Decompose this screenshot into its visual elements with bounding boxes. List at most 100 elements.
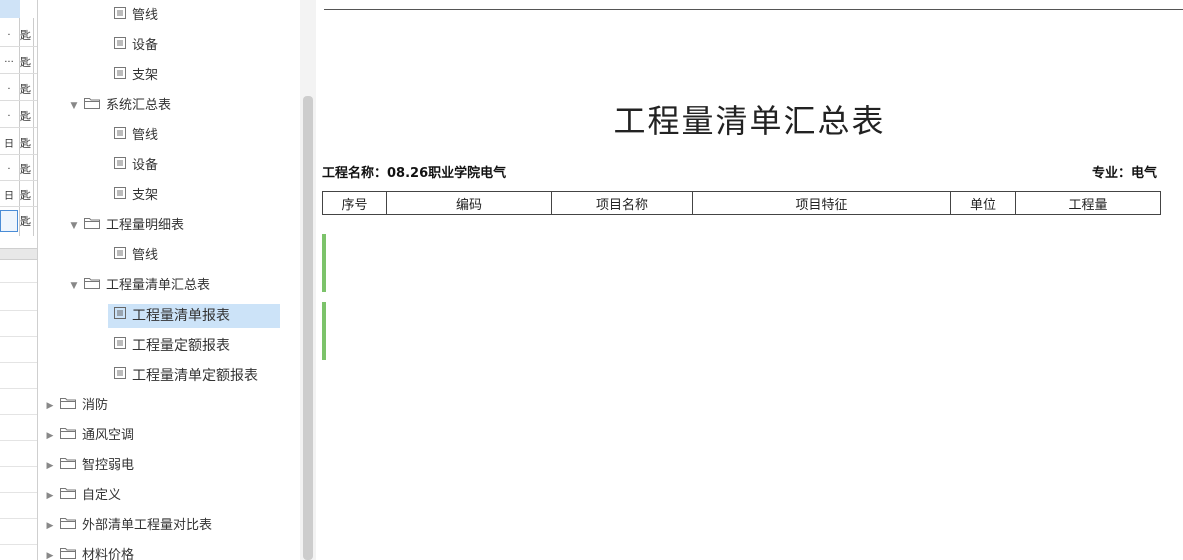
report-title: 工程量清单汇总表: [613, 102, 886, 140]
report-preview: 工程量清单汇总表 工程名称：08.26职业学院电气 专业：电气 序号 编码 项目…: [316, 0, 1183, 560]
tree-item-label: 自定义: [82, 488, 122, 503]
tree-item-label: 智控弱电: [82, 458, 135, 473]
collapse-arrow-icon[interactable]: ▶: [44, 514, 56, 538]
tree-item-bracket[interactable]: 支架: [114, 184, 158, 208]
grid-cell: .: [7, 27, 11, 38]
tree-folder-low-voltage[interactable]: ▶ 智控弱电: [44, 454, 134, 478]
tree-folder-custom[interactable]: ▶ 自定义: [44, 484, 121, 508]
expand-arrow-icon[interactable]: ▼: [68, 94, 80, 118]
tree-item-bracket[interactable]: 支架: [114, 64, 158, 88]
project-name: 08.26职业学院电气: [387, 166, 507, 181]
grid-line: [0, 282, 38, 283]
collapse-arrow-icon[interactable]: ▶: [44, 454, 56, 478]
column-header-item-feature: 项目特征: [692, 191, 951, 215]
folder-icon: [60, 454, 76, 478]
left-grid-panel: . 匙 ... 匙 . 匙 . 匙 日 匙 . 匙 日 匙 匙: [0, 0, 38, 560]
tree-item-label: 工程量定额报表: [132, 338, 230, 354]
grid-cell: 匙: [20, 29, 31, 42]
document-icon: [114, 244, 126, 268]
grid-row[interactable]: . 匙: [0, 76, 38, 101]
scrollbar-thumb[interactable]: [303, 96, 313, 560]
grid-row[interactable]: 匙: [0, 208, 38, 232]
grid-header-highlight: [0, 0, 20, 18]
page-top-rule: [324, 9, 1183, 10]
tree-item-pipeline[interactable]: 管线: [114, 4, 158, 28]
collapse-arrow-icon[interactable]: ▶: [44, 394, 56, 418]
document-icon: [114, 364, 126, 388]
panel-splitter[interactable]: [0, 248, 38, 260]
document-icon: [114, 184, 126, 208]
grid-row[interactable]: 日 匙: [0, 130, 38, 155]
grid-line: [0, 518, 38, 519]
document-icon: [114, 4, 126, 28]
major-value: 电气: [1130, 166, 1157, 181]
folder-icon: [84, 214, 100, 238]
document-icon: [114, 64, 126, 88]
expand-arrow-icon[interactable]: ▼: [68, 214, 80, 238]
tree-item-label: 工程量明细表: [106, 218, 185, 233]
tree-item-bill-quota-report[interactable]: 工程量清单定额报表: [114, 364, 258, 388]
tree-item-equipment[interactable]: 设备: [114, 34, 158, 58]
expand-arrow-icon[interactable]: ▼: [68, 274, 80, 298]
major-label: 专业：: [1091, 166, 1131, 181]
tree-item-bill-report[interactable]: 工程量清单报表: [108, 304, 280, 328]
grid-line: [0, 544, 38, 545]
folder-icon: [60, 514, 76, 538]
tree-item-label: 管线: [132, 248, 159, 263]
report-table: 序号 编码 项目名称 项目特征 单位 工程量: [322, 191, 1161, 215]
collapse-arrow-icon[interactable]: ▶: [44, 424, 56, 448]
folder-icon: [60, 544, 76, 560]
grid-line: [0, 492, 38, 493]
collapse-arrow-icon[interactable]: ▶: [44, 544, 56, 560]
tree-folder-quantity-detail[interactable]: ▼ 工程量明细表: [68, 214, 184, 238]
column-header-item-name: 项目名称: [551, 191, 693, 215]
tree-folder-hvac[interactable]: ▶ 通风空调: [44, 424, 134, 448]
grid-cell: 匙: [20, 189, 31, 202]
tree-scrollbar[interactable]: [300, 0, 316, 560]
grid-cell: 匙: [20, 83, 31, 96]
project-label: 工程名称：: [322, 166, 388, 181]
tree-folder-system-summary[interactable]: ▼ 系统汇总表: [68, 94, 171, 118]
tree-folder-material-price[interactable]: ▶ 材料价格: [44, 544, 134, 560]
tree-item-quota-report[interactable]: 工程量定额报表: [114, 334, 230, 358]
tree-folder-bill-summary[interactable]: ▼ 工程量清单汇总表: [68, 274, 210, 298]
grid-line: [0, 388, 38, 389]
tree-folder-fire[interactable]: ▶ 消防: [44, 394, 108, 418]
folder-icon: [60, 394, 76, 418]
grid-cell: .: [7, 81, 11, 92]
grid-row[interactable]: . 匙: [0, 103, 38, 128]
document-icon: [114, 34, 126, 58]
tree-item-label: 工程量清单汇总表: [106, 278, 211, 293]
grid-row[interactable]: . 匙: [0, 22, 38, 47]
grid-line: [0, 310, 38, 311]
tree-item-label: 消防: [82, 398, 109, 413]
grid-row[interactable]: ... 匙: [0, 49, 38, 74]
grid-row[interactable]: . 匙: [0, 156, 38, 181]
grid-line: [0, 466, 38, 467]
grid-cell: ...: [4, 54, 14, 65]
tree-folder-external-compare[interactable]: ▶ 外部清单工程量对比表: [44, 514, 212, 538]
page-marker-notch: [322, 292, 326, 302]
grid-row[interactable]: 日 匙: [0, 182, 38, 207]
tree-item-equipment[interactable]: 设备: [114, 154, 158, 178]
grid-cell: 匙: [20, 137, 31, 150]
column-header-quantity: 工程量: [1015, 191, 1161, 215]
document-icon: [114, 124, 126, 148]
tree-item-pipeline[interactable]: 管线: [114, 124, 158, 148]
tree-item-label: 通风空调: [82, 428, 135, 443]
grid-line: [0, 362, 38, 363]
grid-cell: .: [7, 108, 11, 119]
collapse-arrow-icon[interactable]: ▶: [44, 484, 56, 508]
grid-cell: 日: [4, 191, 14, 202]
tree-item-label: 支架: [132, 68, 159, 83]
column-header-code: 编码: [386, 191, 552, 215]
tree-item-pipeline[interactable]: 管线: [114, 244, 158, 268]
tree-item-label: 工程量清单报表: [132, 308, 230, 324]
major-line: 专业：电气: [1092, 162, 1157, 181]
tree-item-label: 工程量清单定额报表: [132, 368, 258, 384]
tree-item-label: 材料价格: [82, 548, 135, 560]
column-header-index: 序号: [322, 191, 387, 215]
grid-cell: 匙: [20, 215, 31, 228]
tree-item-label: 设备: [132, 38, 159, 53]
report-tree: 管线 设备 支架 ▼ 系统汇总表 管线 设备 支架 ▼ 工程量明细表 管线 ▼ 工程量…: [38, 0, 300, 560]
